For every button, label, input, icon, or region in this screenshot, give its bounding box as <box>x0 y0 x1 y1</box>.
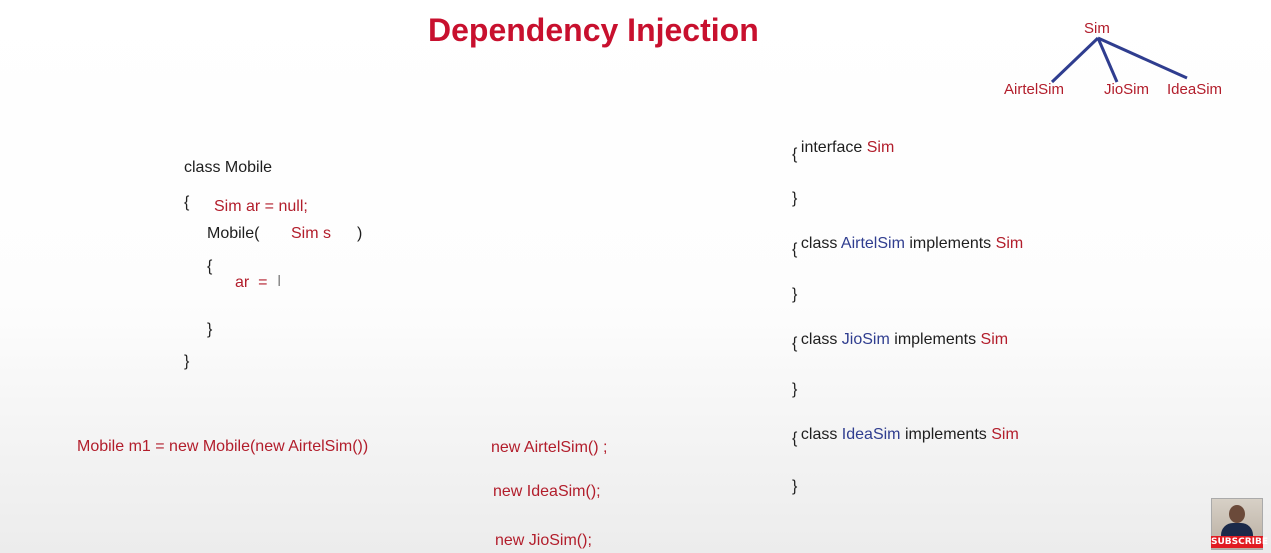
class-jiosim-line: class JioSim implements Sim <box>792 310 1008 350</box>
subscribe-button[interactable]: SUBSCRIBE <box>1211 536 1268 548</box>
interface-sim-line: interface Sim <box>792 118 894 158</box>
interface-keyword: interface <box>800 139 863 156</box>
class-keyword: class <box>800 235 838 252</box>
constructor-open-brace: { <box>207 258 213 275</box>
jiosim-close-brace: } <box>792 381 798 398</box>
implements-sim: Sim <box>980 331 1009 348</box>
implements-sim: Sim <box>995 235 1024 252</box>
interface-close-brace: } <box>792 190 798 207</box>
interface-name: Sim <box>866 139 895 156</box>
tree-node-ideasim: IdeaSim <box>1167 81 1223 98</box>
airtelsim-close-brace: } <box>792 286 798 303</box>
tree-root-sim: Sim <box>1084 20 1110 37</box>
constructor-close-paren: ) <box>357 225 363 242</box>
mobile-class-declaration: class Mobile <box>184 159 273 176</box>
interface-open-brace: { <box>792 146 798 163</box>
constructor-param: Sim s <box>291 225 331 242</box>
page-title: Dependency Injection <box>428 12 759 48</box>
class-ideasim-line: class IdeaSim implements Sim <box>792 405 1019 445</box>
sim-hierarchy-diagram <box>1050 36 1188 84</box>
avatar-head <box>1229 505 1245 523</box>
implements-keyword: implements <box>904 426 987 443</box>
new-airtelsim: new AirtelSim() ; <box>491 439 608 456</box>
sim-field-declaration: Sim ar = null; <box>214 198 308 215</box>
mobile-instantiation: Mobile m1 = new Mobile(new AirtelSim()) <box>77 438 369 455</box>
class-airtelsim-line: class AirtelSim implements Sim <box>792 214 1023 254</box>
tree-node-airtelsim: AirtelSim <box>1004 81 1065 98</box>
constructor-close-brace: } <box>207 321 213 338</box>
airtelsim-open-brace: { <box>792 241 798 258</box>
class-name-airtelsim: AirtelSim <box>840 235 905 252</box>
new-jiosim: new JioSim(); <box>495 532 592 549</box>
implements-keyword: implements <box>894 331 977 348</box>
implements-keyword: implements <box>909 235 992 252</box>
mobile-open-brace: { <box>184 194 190 211</box>
tree-node-jiosim: JioSim <box>1104 81 1150 98</box>
mobile-constructor: Mobile( <box>207 225 260 242</box>
ideasim-close-brace: } <box>792 478 798 495</box>
jiosim-open-brace: { <box>792 335 798 352</box>
assignment-statement: ar = <box>235 274 268 291</box>
mobile-close-brace: } <box>184 353 190 370</box>
class-keyword: class <box>800 426 838 443</box>
class-name-jiosim: JioSim <box>841 331 890 348</box>
new-ideasim: new IdeaSim(); <box>493 483 601 500</box>
ideasim-open-brace: { <box>792 430 798 447</box>
class-name-ideasim: IdeaSim <box>841 426 901 443</box>
text-cursor-icon: I <box>277 273 282 290</box>
tree-edge-airtel <box>1050 36 1100 84</box>
class-keyword: class <box>800 331 838 348</box>
implements-sim: Sim <box>991 426 1019 443</box>
